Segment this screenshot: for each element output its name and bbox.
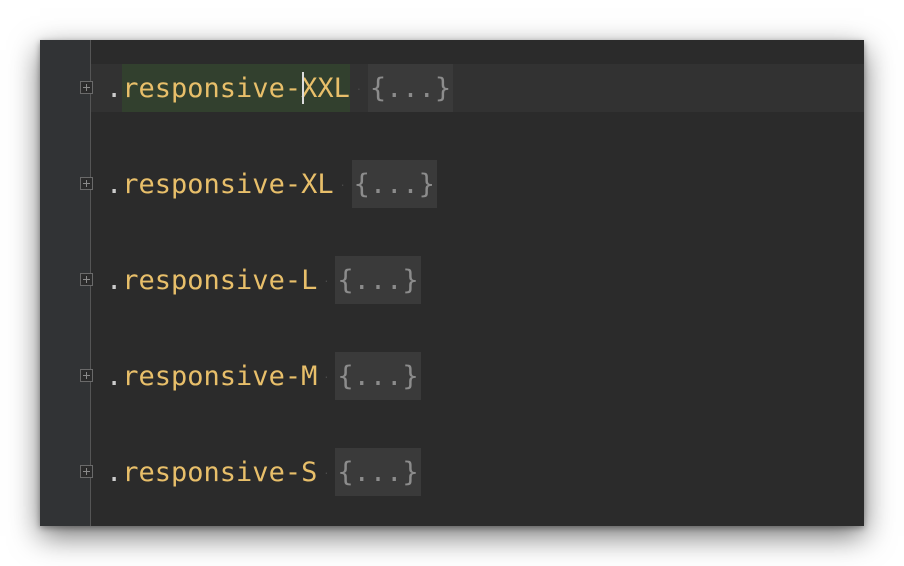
code-line[interactable]: . responsive-S. {...}: [40, 448, 864, 496]
code-line[interactable]: . responsive-XXL. {...}: [40, 64, 864, 112]
text-cursor: [302, 72, 305, 104]
class-dot: .: [106, 72, 123, 104]
code-line[interactable]: . responsive-L. {...}: [40, 256, 864, 304]
code-editor-window: . responsive-XXL. {...} . responsive-XL. {..…: [40, 40, 864, 526]
expand-fold-icon[interactable]: [80, 465, 93, 478]
css-selector[interactable]: responsive-S: [122, 457, 317, 488]
folded-block-placeholder[interactable]: {...}: [351, 160, 437, 208]
folded-block-placeholder[interactable]: {...}: [367, 64, 454, 112]
folded-block-placeholder[interactable]: {...}: [335, 448, 421, 496]
css-selector[interactable]: responsive-M: [122, 361, 317, 392]
expand-fold-icon[interactable]: [80, 177, 93, 190]
fold-separator: .: [323, 466, 330, 477]
selector-text: responsive-XXL: [122, 72, 350, 104]
css-selector[interactable]: responsive-L: [122, 265, 317, 296]
class-dot: .: [106, 264, 123, 296]
css-selector[interactable]: responsive-XL: [122, 169, 333, 200]
css-selector[interactable]: responsive-XXL: [122, 64, 350, 112]
code-text[interactable]: . responsive-M. {...}: [106, 352, 421, 400]
code-text[interactable]: . responsive-L. {...}: [106, 256, 421, 304]
expand-fold-icon[interactable]: [80, 273, 93, 286]
code-text[interactable]: . responsive-XXL. {...}: [106, 64, 454, 112]
class-dot: .: [106, 168, 123, 200]
fold-separator: .: [355, 82, 362, 93]
folded-block-placeholder[interactable]: {...}: [335, 352, 421, 400]
code-text[interactable]: . responsive-S. {...}: [106, 448, 421, 496]
class-dot: .: [106, 360, 123, 392]
code-line[interactable]: . responsive-M. {...}: [40, 352, 864, 400]
code-text[interactable]: . responsive-XL. {...}: [106, 160, 437, 208]
class-dot: .: [106, 456, 123, 488]
expand-fold-icon[interactable]: [80, 369, 93, 382]
fold-separator: .: [339, 178, 346, 189]
expand-fold-icon[interactable]: [80, 81, 93, 94]
fold-separator: .: [323, 274, 330, 285]
fold-separator: .: [323, 370, 330, 381]
folded-block-placeholder[interactable]: {...}: [335, 256, 421, 304]
code-line[interactable]: . responsive-XL. {...}: [40, 160, 864, 208]
